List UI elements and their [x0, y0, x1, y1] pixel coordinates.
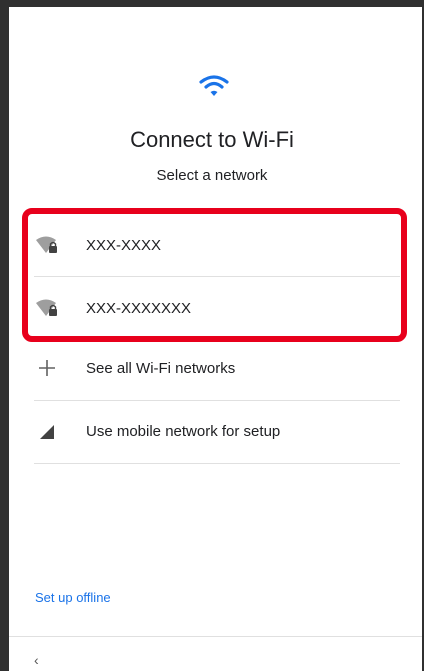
divider	[9, 636, 422, 637]
plus-icon	[36, 357, 58, 379]
see-all-networks-label: See all Wi-Fi networks	[86, 359, 236, 377]
mobile-network-setup-label: Use mobile network for setup	[86, 422, 281, 440]
page-subtitle: Select a network	[156, 167, 268, 184]
divider	[34, 463, 400, 464]
cellular-signal-icon	[36, 420, 58, 442]
wifi-icon	[199, 75, 229, 96]
back-icon[interactable]: ‹	[34, 652, 39, 668]
see-all-networks-button[interactable]: See all Wi-Fi networks	[34, 337, 400, 399]
network-list-highlight	[22, 208, 407, 342]
mobile-network-setup-button[interactable]: Use mobile network for setup	[34, 400, 400, 462]
page-title: Connect to Wi-Fi	[130, 127, 294, 152]
setup-offline-link[interactable]: Set up offline	[35, 590, 111, 605]
